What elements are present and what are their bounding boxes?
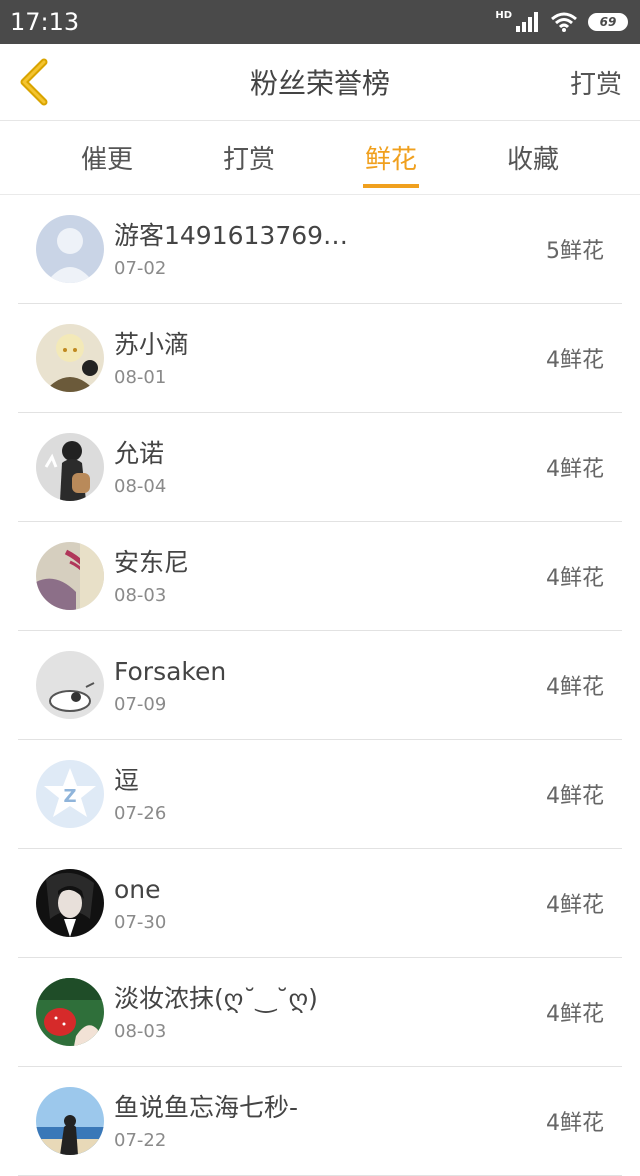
fan-name: 淡妆浓抹(ღ˘‿˘ღ) xyxy=(114,983,318,1013)
active-tab-indicator xyxy=(363,184,419,188)
reward-button[interactable]: 打赏 xyxy=(570,64,622,101)
flower-count: 4鲜花 xyxy=(546,893,604,918)
fan-name: 安东尼 xyxy=(114,547,190,577)
fan-list: 游客1491613769… 07-02 5鲜花 苏小滴 08-01 4鲜花 允诺… xyxy=(18,195,622,1176)
wifi-icon xyxy=(551,12,577,32)
fan-date: 08-01 xyxy=(114,366,167,388)
list-item[interactable]: 安东尼 08-03 4鲜花 xyxy=(18,522,622,631)
list-item[interactable]: Z 逗 07-26 4鲜花 xyxy=(18,740,622,849)
fan-info: 安东尼 08-03 xyxy=(114,547,189,606)
fan-date: 08-03 xyxy=(114,584,167,606)
battery-icon: 69 xyxy=(588,13,628,31)
tab-reward[interactable]: 打赏 xyxy=(178,121,320,194)
status-time: 17:13 xyxy=(10,8,80,36)
flower-count: 4鲜花 xyxy=(546,566,604,591)
fan-date: 07-30 xyxy=(114,911,167,933)
fan-info: 鱼说鱼忘海七秒- 07-22 xyxy=(114,1092,298,1151)
fan-name: Forsaken xyxy=(114,656,227,686)
avatar xyxy=(36,215,104,283)
list-item[interactable]: 淡妆浓抹(ღ˘‿˘ღ) 08-03 4鲜花 xyxy=(18,958,622,1067)
flower-count: 4鲜花 xyxy=(546,675,604,700)
flower-count: 4鲜花 xyxy=(546,1111,604,1136)
fan-date: 07-09 xyxy=(114,693,167,715)
signal-icon xyxy=(516,12,538,32)
fan-date: 07-26 xyxy=(114,802,167,824)
flower-count: 4鲜花 xyxy=(546,348,604,373)
hd-indicator: HD xyxy=(495,10,512,21)
list-item[interactable]: 游客1491613769… 07-02 5鲜花 xyxy=(18,195,622,304)
fan-name: 游客1491613769… xyxy=(114,220,349,250)
fan-info: 淡妆浓抹(ღ˘‿˘ღ) 08-03 xyxy=(114,983,318,1042)
fan-date: 08-04 xyxy=(114,475,167,497)
fan-name: one xyxy=(114,874,161,904)
fan-info: Forsaken 07-09 xyxy=(114,656,226,715)
fan-name: 允诺 xyxy=(114,438,165,468)
tab-urge[interactable]: 催更 xyxy=(36,121,178,194)
avatar xyxy=(36,651,104,719)
fan-info: 苏小滴 08-01 xyxy=(114,329,189,388)
flower-count: 5鲜花 xyxy=(546,239,604,264)
list-item[interactable]: one 07-30 4鲜花 xyxy=(18,849,622,958)
list-item[interactable]: 苏小滴 08-01 4鲜花 xyxy=(18,304,622,413)
list-item[interactable]: 鱼说鱼忘海七秒- 07-22 4鲜花 xyxy=(18,1067,622,1176)
fan-name: 逗 xyxy=(114,765,140,795)
avatar xyxy=(36,542,104,610)
fan-date: 07-22 xyxy=(114,1129,167,1151)
page-title: 粉丝荣誉榜 xyxy=(249,67,390,100)
fan-info: 游客1491613769… 07-02 xyxy=(114,220,348,279)
list-item[interactable]: Forsaken 07-09 4鲜花 xyxy=(18,631,622,740)
tab-bar: 催更 打赏 鲜花 收藏 xyxy=(0,121,640,195)
avatar xyxy=(36,869,104,937)
fan-info: one 07-30 xyxy=(114,874,166,933)
flower-count: 4鲜花 xyxy=(546,1002,604,1027)
avatar xyxy=(36,324,104,392)
list-item[interactable]: 允诺 08-04 4鲜花 xyxy=(18,413,622,522)
tab-favorites[interactable]: 收藏 xyxy=(462,121,604,194)
fan-date: 08-03 xyxy=(114,1020,167,1042)
avatar xyxy=(36,433,104,501)
avatar xyxy=(36,978,104,1046)
flower-count: 4鲜花 xyxy=(546,784,604,809)
fan-info: 逗 07-26 xyxy=(114,765,166,824)
fan-name: 苏小滴 xyxy=(114,329,190,359)
flower-count: 4鲜花 xyxy=(546,457,604,482)
fan-date: 07-02 xyxy=(114,257,167,279)
avatar xyxy=(36,1087,104,1155)
fan-name: 鱼说鱼忘海七秒- xyxy=(114,1092,299,1122)
status-bar: 17:13 HD 69 xyxy=(0,0,640,44)
tab-flowers[interactable]: 鲜花 xyxy=(320,121,462,194)
fan-info: 允诺 08-04 xyxy=(114,438,166,497)
status-icons: HD 69 xyxy=(495,10,628,32)
svg-text:Z: Z xyxy=(63,786,76,807)
avatar: Z xyxy=(36,760,104,828)
nav-bar: 粉丝荣誉榜 打赏 xyxy=(0,44,640,121)
